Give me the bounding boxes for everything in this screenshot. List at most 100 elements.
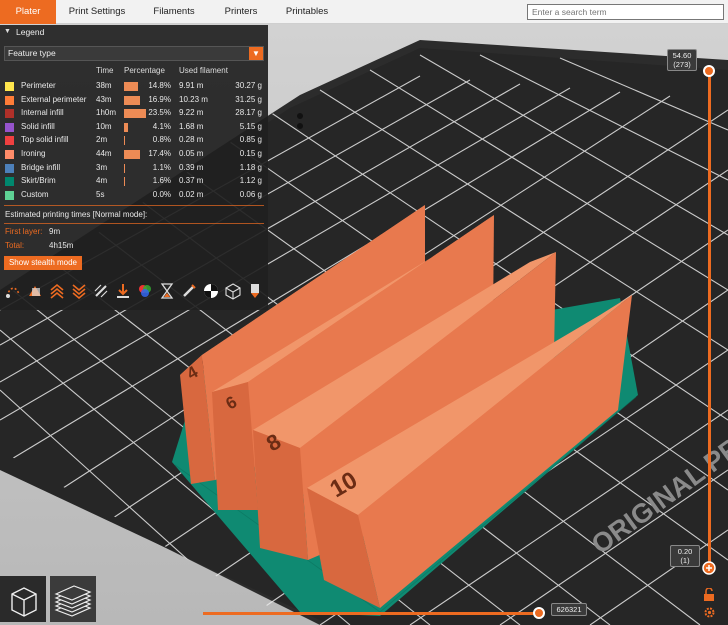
pause-prints-icon[interactable]: [158, 282, 176, 300]
feature-weight: 5.15 g: [239, 121, 262, 131]
search-input[interactable]: [527, 4, 724, 20]
feature-time: 5s: [96, 189, 105, 199]
layer-slider-bottom-label: 0.20 (1): [670, 545, 700, 567]
feature-time: 10m: [96, 121, 112, 131]
legend-row[interactable]: External perimeter 43m 16.9% 10.23 m 31.25 g: [0, 94, 268, 108]
feature-weight: 0.15 g: [239, 149, 262, 158]
layer-slider-top-thumb[interactable]: [703, 65, 715, 77]
feature-name: Internal infill: [21, 108, 64, 118]
layer-slider-track[interactable]: [708, 70, 711, 570]
feature-weight: 31.25 g: [235, 94, 262, 104]
feature-time: 43m: [96, 94, 112, 104]
legend-row[interactable]: Internal infill 1h0m 23.5% 9.22 m 28.17 g: [0, 107, 268, 121]
feature-name: Top solid infill: [21, 135, 69, 145]
view-type-value: Feature type: [8, 48, 56, 58]
wipe-icon[interactable]: [26, 282, 44, 300]
feature-name: Skirt/Brim: [21, 176, 56, 186]
feature-percentage: 4.1%: [152, 121, 171, 131]
tab-print-settings[interactable]: Print Settings: [62, 0, 132, 24]
feature-name: Bridge infill: [21, 162, 61, 172]
feature-length: 0.05 m: [179, 149, 204, 158]
legend-row[interactable]: Solid infill 10m 4.1% 1.68 m 5.15 g: [0, 121, 268, 135]
feature-percentage: 0.0%: [152, 189, 171, 199]
feature-length: 0.28 m: [179, 135, 204, 145]
dropdown-arrow-icon[interactable]: ▼: [249, 47, 263, 60]
legend-row[interactable]: Bridge infill 3m 1.1% 0.39 m 1.18 g: [0, 162, 268, 176]
move-slider-thumb[interactable]: [533, 607, 545, 619]
gear-icon[interactable]: [703, 606, 716, 619]
seams-icon[interactable]: [92, 282, 110, 300]
feature-color-swatch: [5, 163, 14, 173]
legend-row[interactable]: Custom 5s 0.0% 0.02 m 0.06 g: [0, 189, 268, 203]
legend-row[interactable]: Skirt/Brim 4m 1.6% 0.37 m 1.12 g: [0, 175, 268, 189]
feature-weight: 0.85 g: [239, 135, 262, 145]
top-tab-bar: Plater Print Settings Filaments Printers…: [0, 0, 728, 24]
layer-slider-top-label: 54.60 (273): [667, 49, 697, 71]
feature-length: 10.23 m: [179, 94, 208, 104]
layer-slider-bottom-thumb[interactable]: [702, 561, 716, 575]
first-layer-value: 9m: [49, 227, 61, 236]
total-label: Total:: [5, 241, 25, 250]
3d-view-button[interactable]: [0, 576, 46, 622]
feature-time: 38m: [96, 81, 112, 90]
custom-gcodes-icon[interactable]: [180, 282, 198, 300]
unlock-icon[interactable]: [703, 588, 715, 602]
feature-length: 0.37 m: [179, 176, 204, 186]
layer-bottom-number: (1): [680, 556, 690, 565]
center-of-gravity-icon[interactable]: [202, 282, 220, 300]
feature-name: Ironing: [21, 149, 46, 158]
feature-weight: 30.27 g: [235, 81, 262, 90]
feature-percentage: 17.4%: [148, 149, 171, 158]
preview-view-button[interactable]: [50, 576, 96, 622]
feature-time: 2m: [96, 135, 108, 145]
feature-color-swatch: [5, 190, 14, 200]
feature-percentage: 14.8%: [148, 81, 171, 90]
feature-time: 4m: [96, 176, 108, 186]
show-stealth-mode-button[interactable]: Show stealth mode: [4, 256, 82, 270]
estimated-times-title: Estimated printing times [Normal mode]:: [5, 210, 148, 219]
move-slider-track[interactable]: [203, 612, 539, 615]
tab-printers[interactable]: Printers: [216, 0, 266, 24]
legend-panel: ▼ Legend Feature type ▼ Time Percentage …: [0, 25, 268, 310]
feature-color-swatch: [5, 150, 14, 159]
feature-length: 1.68 m: [179, 121, 204, 131]
travel-icon[interactable]: [4, 282, 22, 300]
feature-name: Perimeter: [21, 81, 56, 90]
tool-changes-icon[interactable]: [114, 282, 132, 300]
tab-plater[interactable]: Plater: [0, 0, 56, 24]
tool-marker-icon[interactable]: [246, 282, 264, 300]
feature-color-swatch: [5, 82, 14, 91]
shells-icon[interactable]: [224, 282, 242, 300]
tab-printables[interactable]: Printables: [280, 0, 334, 24]
deretractions-icon[interactable]: [70, 282, 88, 300]
legend-row[interactable]: Perimeter 38m 14.8% 9.91 m 30.27 g: [0, 80, 268, 94]
column-header-used-filament: Used filament: [179, 66, 228, 75]
feature-weight: 1.12 g: [239, 176, 262, 186]
move-slider-value: 626321: [551, 603, 587, 616]
feature-time: 3m: [96, 162, 108, 172]
feature-color-swatch: [5, 122, 14, 132]
collapse-triangle-icon[interactable]: ▼: [4, 28, 11, 35]
feature-name: Solid infill: [21, 121, 55, 131]
column-header-time: Time: [96, 66, 114, 75]
layer-top-number: (273): [673, 60, 691, 69]
feature-percentage: 1.6%: [152, 176, 171, 186]
feature-time: 1h0m: [96, 108, 117, 118]
color-changes-icon[interactable]: [136, 282, 154, 300]
feature-time: 44m: [96, 149, 112, 158]
retractions-icon[interactable]: [48, 282, 66, 300]
tab-filaments[interactable]: Filaments: [146, 0, 202, 24]
layer-bottom-height: 0.20: [677, 547, 693, 556]
legend-row[interactable]: Ironing 44m 17.4% 0.05 m 0.15 g: [0, 148, 268, 162]
feature-weight: 0.06 g: [239, 189, 262, 199]
divider: [4, 223, 264, 224]
legend-header[interactable]: ▼ Legend: [0, 25, 268, 40]
percentage-bar: [124, 163, 126, 173]
percentage-bar: [124, 177, 126, 187]
feature-name: Custom: [21, 189, 49, 199]
feature-length: 9.22 m: [179, 108, 204, 118]
feature-length: 0.39 m: [179, 162, 204, 172]
feature-weight: 1.18 g: [239, 162, 262, 172]
view-type-select[interactable]: Feature type ▼: [4, 46, 264, 61]
legend-row[interactable]: Top solid infill 2m 0.8% 0.28 m 0.85 g: [0, 134, 268, 148]
